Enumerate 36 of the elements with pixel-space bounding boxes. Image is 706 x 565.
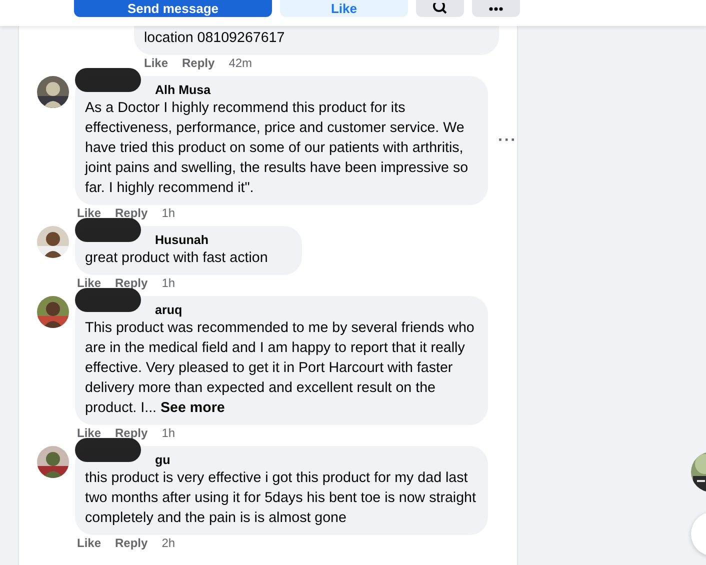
comment-time: 1h — [162, 276, 176, 290]
comment-time: 2h — [162, 536, 176, 550]
search-button[interactable] — [416, 0, 464, 17]
like-button[interactable]: Like — [280, 0, 408, 17]
like-link[interactable]: Like — [77, 206, 102, 220]
commenter-name[interactable]: Husunah — [155, 232, 208, 248]
comment-text: this product is very effective i got this product for my dad last two months after using it for 5days his bent toe is now straight completely and the pain is is almost gone — [85, 469, 477, 528]
more-options-button[interactable]: ··· — [498, 132, 517, 150]
redaction-mark — [75, 288, 141, 312]
more-button[interactable] — [472, 0, 520, 17]
comment-time: 1h — [162, 206, 176, 220]
comment-time: 42m — [228, 56, 252, 70]
like-link[interactable]: Like — [77, 426, 102, 440]
search-icon — [432, 2, 448, 14]
commenter-name[interactable]: aruq — [155, 302, 182, 318]
reply-link[interactable]: Reply — [115, 276, 148, 290]
send-message-button[interactable]: Send message — [74, 0, 272, 17]
redaction-mark — [75, 218, 141, 242]
like-link[interactable]: Like — [77, 276, 102, 290]
comment-text: This product was recommended to me by several friends who are in the medical field and I am happy to report that it really effective. Very pleased to get it in Port Harcourt with faster delivery more than expected and excellent result on the product. I... See more — [85, 319, 476, 418]
comment-text: great product with fast action — [85, 249, 269, 268]
comment-text: location 08109267617 — [144, 29, 286, 48]
commenter-name[interactable]: Alh Musa — [155, 82, 211, 98]
more-icon — [488, 6, 504, 12]
reply-link[interactable]: Reply — [115, 426, 148, 440]
commenter-name[interactable]: gu — [155, 452, 170, 468]
reply-link[interactable]: Reply — [182, 56, 215, 70]
reply-link[interactable]: Reply — [115, 536, 148, 550]
like-link[interactable]: Like — [144, 56, 168, 70]
reply-link[interactable]: Reply — [115, 206, 148, 220]
see-more-link[interactable]: See more — [160, 400, 225, 416]
comment-text: As a Doctor I highly recommend this product for its effectiveness, performance, price and customer service. We have tried this product on some of our patients with arthritis, joint pains and swelling, the results have been impressive so far. I highly recommend it". — [85, 99, 470, 198]
redaction-mark — [75, 438, 141, 462]
redaction-mark — [75, 68, 141, 92]
like-link[interactable]: Like — [77, 536, 102, 550]
comment-time: 1h — [162, 426, 176, 440]
